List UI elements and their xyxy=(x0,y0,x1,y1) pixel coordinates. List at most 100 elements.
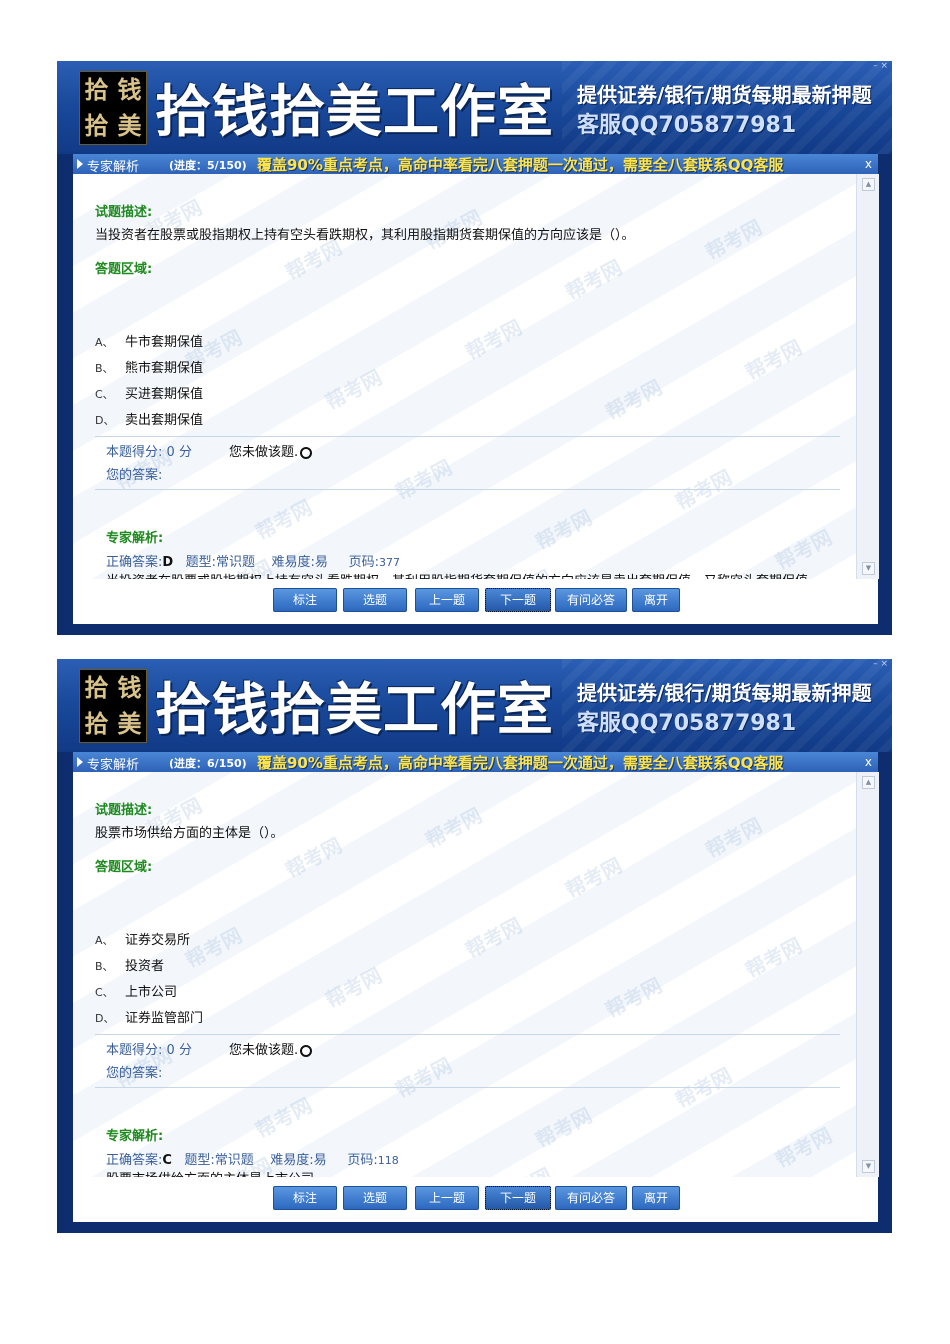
watermark-text: 帮考网 xyxy=(531,1103,596,1153)
answer-meta-row: 正确答案:C 题型:常识题 难易度:易 页码:118 xyxy=(106,1149,399,1168)
option-text: 牛市套期保值 xyxy=(125,335,204,350)
option-text: 投资者 xyxy=(125,959,165,974)
action-bar: 标注 选题 上一题 下一题 有问必答 离开 xyxy=(73,1177,878,1222)
answer-meta-row: 正确答案:D 题型:常识题 难易度:易 页码:377 xyxy=(106,551,400,570)
watermark-text: 帮考网 xyxy=(461,315,526,365)
logo-char: 拾 xyxy=(84,111,109,140)
type-value: 常识题 xyxy=(215,555,255,570)
score-row: 本题得分: 0 分 xyxy=(106,441,192,460)
dialog-title: 专家解析 xyxy=(87,160,140,175)
your-answer-label: 您的答案: xyxy=(106,468,163,483)
divider xyxy=(95,1087,840,1088)
progress-text: (进度：6/150) xyxy=(169,757,247,770)
ask-button[interactable]: 有问必答 xyxy=(555,588,627,612)
contact-text: 客服QQ705877981 xyxy=(577,113,797,138)
watermark-text: 帮考网 xyxy=(771,525,836,575)
arrow-icon xyxy=(77,159,83,169)
action-bar: 标注 选题 上一题 下一题 有问必答 离开 xyxy=(73,579,878,624)
next-question-button[interactable]: 下一题 xyxy=(485,588,551,612)
watermark-text: 帮考网 xyxy=(461,913,526,963)
difficulty-label: 难易度: xyxy=(271,555,315,570)
option-item[interactable]: D、 证券监管部门 xyxy=(95,1007,203,1026)
question-desc-label: 试题描述: xyxy=(95,205,153,220)
correct-answer-label: 正确答案: xyxy=(106,1153,163,1168)
watermark-text: 帮考网 xyxy=(771,1123,836,1173)
leave-button[interactable]: 离开 xyxy=(632,588,680,612)
select-question-button[interactable]: 选题 xyxy=(343,588,407,612)
scroll-down-icon[interactable]: ▼ xyxy=(862,1160,875,1173)
prev-question-button[interactable]: 上一题 xyxy=(415,1186,479,1210)
ask-button[interactable]: 有问必答 xyxy=(555,1186,627,1210)
mark-button[interactable]: 标注 xyxy=(273,588,337,612)
window-controls-icon[interactable]: – × xyxy=(873,61,888,71)
scroll-down-icon[interactable]: ▼ xyxy=(862,562,875,575)
prev-question-button[interactable]: 上一题 xyxy=(415,588,479,612)
progress-text: (进度：5/150) xyxy=(169,159,247,172)
option-letter: C、 xyxy=(95,388,114,401)
page-value: 118 xyxy=(377,1154,399,1167)
answer-area-label: 答题区域: xyxy=(95,860,153,875)
option-item[interactable]: A、 牛市套期保值 xyxy=(95,331,203,350)
watermark-text: 帮考网 xyxy=(421,803,486,853)
option-text: 卖出套期保值 xyxy=(125,413,204,428)
score-unit: 分 xyxy=(178,445,192,460)
correct-answer-value: D xyxy=(162,555,174,570)
exam-window: 拾 钱 拾 美 拾钱拾美工作室 提供证券/银行/期货每期最新押题 客服QQ705… xyxy=(57,659,892,1233)
page-label: 页码: xyxy=(348,555,379,570)
close-button[interactable]: x xyxy=(865,157,872,171)
page-label: 页码: xyxy=(347,1153,378,1168)
option-text: 上市公司 xyxy=(125,985,178,1000)
watermark-text: 帮考网 xyxy=(561,853,626,903)
header-banner: 拾 钱 拾 美 拾钱拾美工作室 提供证券/银行/期货每期最新押题 客服QQ705… xyxy=(57,659,892,752)
question-scroll-area[interactable]: 帮考网 帮考网 帮考网 帮考网 帮考网 帮考网 帮考网 帮考网 帮考网 帮考网 帮考网 帮考网 帮考网帮… xyxy=(73,772,856,1177)
option-letter: D、 xyxy=(95,1012,115,1025)
mark-button[interactable]: 标注 xyxy=(273,1186,337,1210)
close-button[interactable]: x xyxy=(865,755,872,769)
divider xyxy=(95,1034,840,1035)
option-item[interactable]: C、 买进套期保值 xyxy=(95,383,203,402)
scroll-up-icon[interactable]: ▲ xyxy=(862,776,875,789)
option-item[interactable]: B、 投资者 xyxy=(95,955,164,974)
score-label: 本题得分: xyxy=(106,445,163,460)
question-scroll-area[interactable]: 帮考网 帮考网 帮考网 帮考网 帮考网 帮考网 帮考网 帮考网 帮考网 帮考网 帮考网 帮考网 帮考网帮… xyxy=(73,174,856,579)
option-item[interactable]: A、 证券交易所 xyxy=(95,929,190,948)
your-answer-label: 您的答案: xyxy=(106,1066,163,1081)
watermark-text: 帮考网 xyxy=(561,255,626,305)
window-controls-icon[interactable]: – × xyxy=(873,659,888,669)
studio-name: 拾钱拾美工作室 xyxy=(155,80,554,145)
option-item[interactable]: C、 上市公司 xyxy=(95,981,177,1000)
watermark-text: 帮考网 xyxy=(601,375,666,425)
header-banner: 拾 钱 拾 美 拾钱拾美工作室 提供证券/银行/期货每期最新押题 客服QQ705… xyxy=(57,61,892,154)
watermark-text: 帮考网 xyxy=(701,215,766,265)
vertical-scrollbar[interactable]: ▲ ▼ xyxy=(856,772,879,1177)
score-label: 本题得分: xyxy=(106,1043,163,1058)
exam-window: 拾 钱 拾 美 拾钱拾美工作室 提供证券/银行/期货每期最新押题 客服QQ705… xyxy=(57,61,892,635)
question-text: 股票市场供给方面的主体是（）。 xyxy=(95,826,284,841)
promo-notice: 覆盖90%重点考点，高命中率看完八套押题一次通过，需要全八套联系QQ客服 xyxy=(257,754,784,772)
not-done-status: 您未做该题. xyxy=(229,1039,313,1058)
watermark-text: 帮考网 xyxy=(741,335,806,385)
watermark-text: 帮考网 xyxy=(391,455,456,505)
watermark-text: 帮考网 xyxy=(531,505,596,555)
logo-char: 钱 xyxy=(117,75,142,104)
option-item[interactable]: D、 卖出套期保值 xyxy=(95,409,203,428)
question-desc-label: 试题描述: xyxy=(95,803,153,818)
scroll-up-icon[interactable]: ▲ xyxy=(862,178,875,191)
option-item[interactable]: B、 熊市套期保值 xyxy=(95,357,203,376)
leave-button[interactable]: 离开 xyxy=(632,1186,680,1210)
select-question-button[interactable]: 选题 xyxy=(343,1186,407,1210)
dialog-title: 专家解析 xyxy=(87,758,140,773)
logo-char: 钱 xyxy=(117,673,142,702)
option-letter: C、 xyxy=(95,986,114,999)
studio-logo: 拾 钱 拾 美 xyxy=(79,71,147,145)
logo-char: 拾 xyxy=(84,75,109,104)
vertical-scrollbar[interactable]: ▲ ▼ xyxy=(856,174,879,579)
divider xyxy=(95,489,840,490)
slogan-text: 提供证券/银行/期货每期最新押题 xyxy=(577,83,872,107)
page-value: 377 xyxy=(379,556,400,569)
score-unit: 分 xyxy=(178,1043,192,1058)
studio-logo: 拾 钱 拾 美 xyxy=(79,669,147,743)
next-question-button[interactable]: 下一题 xyxy=(485,1186,551,1210)
expert-analysis-label: 专家解析: xyxy=(106,1129,164,1144)
option-letter: B、 xyxy=(95,362,114,375)
